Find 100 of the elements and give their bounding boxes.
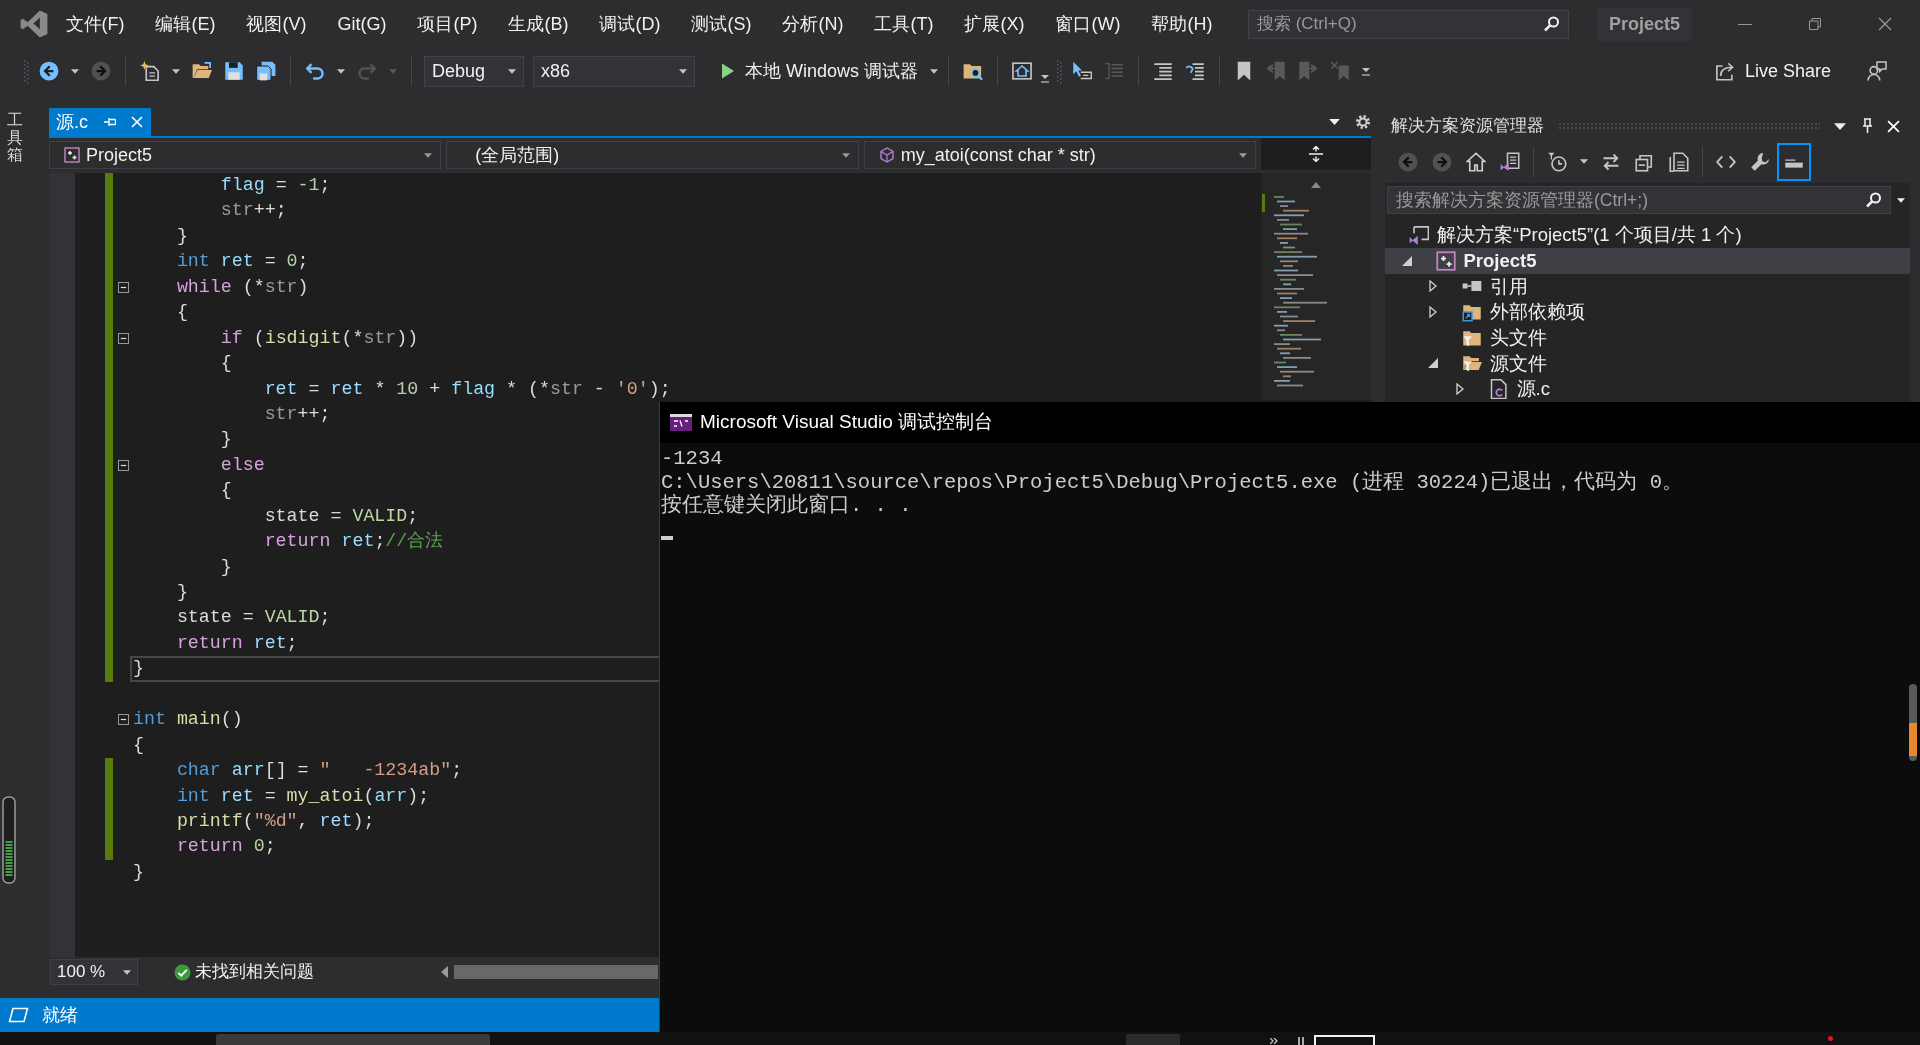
- triangle-down-icon[interactable]: [1428, 358, 1438, 369]
- project-dropdown[interactable]: Project5: [49, 141, 442, 169]
- minimap-scrollbar[interactable]: [1261, 173, 1371, 400]
- grip-icon[interactable]: [1056, 58, 1063, 84]
- zoom-dropdown[interactable]: 100 %: [50, 959, 138, 985]
- clock-icon[interactable]: [1547, 151, 1567, 172]
- tree-item[interactable]: 引用: [1385, 273, 1910, 300]
- menu-item[interactable]: 测试(S): [676, 0, 767, 48]
- caret-icon[interactable]: [1329, 119, 1340, 125]
- grip-icon[interactable]: [23, 58, 29, 84]
- caret-icon[interactable]: [123, 969, 131, 975]
- menu-item[interactable]: Git(G): [322, 0, 402, 48]
- code-line: if (isdigit(*str)): [219, 326, 419, 350]
- pointer-icon[interactable]: [1072, 61, 1093, 81]
- scope-dropdown[interactable]: (全局范围): [446, 141, 859, 169]
- share-icon: [1714, 61, 1735, 81]
- pause-icon[interactable]: [1298, 1037, 1304, 1045]
- swap-arrows-icon[interactable]: [1601, 151, 1621, 172]
- house-window-icon[interactable]: [1012, 61, 1033, 81]
- platform-dropdown[interactable]: x86: [533, 55, 695, 87]
- menu-item[interactable]: 窗口(W): [1039, 0, 1136, 48]
- toggle-button[interactable]: [1777, 142, 1811, 181]
- triangle-right-icon[interactable]: [1429, 306, 1437, 319]
- caret-icon[interactable]: [1834, 122, 1846, 130]
- code-line: state = VALID;: [175, 606, 331, 630]
- restore-icon[interactable]: [1809, 18, 1821, 30]
- document-ribbon-icon[interactable]: [1500, 151, 1520, 172]
- menu-item[interactable]: 生成(B): [493, 0, 584, 48]
- project-icon: [1435, 250, 1456, 271]
- caret-icon[interactable]: [172, 68, 180, 74]
- code-line: return ret;: [175, 631, 298, 655]
- scrollbar[interactable]: [454, 965, 658, 979]
- tree-item[interactable]: 头文件: [1385, 324, 1910, 351]
- search-field[interactable]: 搜索 (Ctrl+Q): [1247, 9, 1569, 39]
- pin-icon[interactable]: [1862, 118, 1873, 135]
- folder-search-icon[interactable]: [963, 61, 984, 81]
- collapse-icon[interactable]: [117, 460, 129, 472]
- code-line: int main(): [133, 708, 243, 732]
- save-icon[interactable]: [224, 61, 244, 81]
- open-folder-icon[interactable]: [192, 61, 212, 81]
- triangle-right-icon[interactable]: [1455, 383, 1464, 396]
- console-line: 按任意键关闭此窗口. . .: [661, 494, 912, 518]
- search-field[interactable]: 搜索解决方案资源管理器(Ctrl+;): [1387, 186, 1891, 215]
- wrench-icon[interactable]: [1750, 151, 1770, 172]
- menu-item[interactable]: 调试(D): [584, 0, 676, 48]
- gear-icon[interactable]: [1355, 114, 1371, 130]
- person-bubble-icon[interactable]: [1867, 61, 1887, 81]
- code-line: str++;: [263, 402, 331, 426]
- cube-icon: [878, 147, 895, 163]
- toolbox-tab[interactable]: 工具箱: [7, 111, 23, 164]
- triangle-right-icon[interactable]: [1429, 280, 1437, 293]
- menu-item[interactable]: 帮助(H): [1135, 0, 1228, 48]
- collapse-icon[interactable]: [117, 332, 129, 344]
- code-line: }: [133, 860, 144, 884]
- start-debugging-button[interactable]: 本地 Windows 调试器: [713, 54, 941, 88]
- tree-item[interactable]: 源文件: [1385, 350, 1910, 377]
- menu-item[interactable]: 视图(V): [231, 0, 322, 48]
- home-icon[interactable]: [1466, 151, 1486, 172]
- menu-item[interactable]: 项目(P): [402, 0, 493, 48]
- caret-icon[interactable]: [1580, 159, 1588, 165]
- new-item-icon[interactable]: [140, 61, 160, 81]
- tree-item[interactable]: 外部依赖项: [1385, 299, 1910, 325]
- triangle-left-icon[interactable]: [441, 966, 448, 978]
- caret-icon[interactable]: [1040, 73, 1051, 83]
- collapse-icon[interactable]: [117, 281, 129, 293]
- save-all-icon[interactable]: [256, 61, 276, 81]
- window-icon[interactable]: [1314, 1035, 1375, 1045]
- menu-item[interactable]: 文件(F): [50, 0, 140, 48]
- undo-icon[interactable]: [305, 61, 325, 81]
- documents-icon[interactable]: [1669, 151, 1689, 172]
- menu-item[interactable]: 编辑(E): [140, 0, 231, 48]
- cursor-icon: [661, 536, 673, 540]
- scrollbar[interactable]: [1909, 684, 1917, 761]
- configuration-dropdown[interactable]: Debug: [424, 55, 524, 87]
- triangle-down-icon[interactable]: [1401, 255, 1412, 266]
- member-dropdown[interactable]: my_atoi(const char * str): [863, 141, 1256, 169]
- tree-item[interactable]: Project5: [1385, 247, 1910, 274]
- solution-name: Project5: [1596, 7, 1692, 41]
- menu-item[interactable]: 工具(T): [859, 0, 949, 48]
- menu-item[interactable]: 扩展(X): [948, 0, 1040, 48]
- code-line: str++;: [219, 199, 287, 223]
- code-line: ret = ret * 10 + flag * (*str - '0');: [263, 377, 671, 401]
- tree-item[interactable]: 解决方案“Project5”(1 个项目/共 1 个): [1385, 222, 1910, 248]
- caret-icon[interactable]: [71, 68, 79, 74]
- lines-arrow-icon[interactable]: [1185, 61, 1206, 81]
- caret-icon[interactable]: [337, 68, 345, 74]
- collapse-icon[interactable]: [117, 714, 129, 726]
- minimize-icon[interactable]: [1738, 23, 1752, 25]
- chevron-icon[interactable]: [1270, 1038, 1278, 1044]
- caret-icon[interactable]: [1361, 66, 1372, 76]
- issues-status[interactable]: 未找到相关问题: [195, 959, 314, 985]
- menu-item[interactable]: 分析(N): [767, 0, 859, 48]
- tree-item[interactable]: 源.c: [1385, 376, 1910, 402]
- caret-icon: [679, 68, 687, 74]
- triangle-up-icon[interactable]: [1311, 182, 1321, 188]
- c-file-icon: [1488, 379, 1509, 400]
- live-share-button[interactable]: Live Share: [1714, 57, 1831, 85]
- caret-icon[interactable]: [1897, 197, 1905, 203]
- lines-icon[interactable]: [1153, 61, 1174, 81]
- code-line: printf("%d", ret);: [175, 809, 375, 833]
